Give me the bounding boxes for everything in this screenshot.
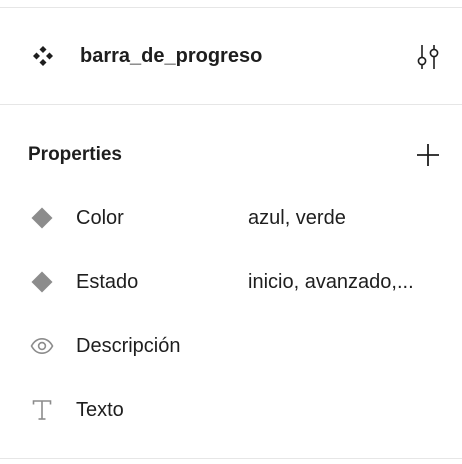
property-row-estado[interactable]: Estado inicio, avanzado,... [0,260,462,304]
text-icon [30,398,54,422]
variant-diamond-icon [30,206,54,230]
property-value: inicio, avanzado,... [248,271,414,293]
property-name: Color [76,207,124,229]
component-icon [31,44,55,68]
adjust-icon[interactable] [413,42,443,72]
eye-icon [30,334,54,358]
variant-diamond-icon [30,270,54,294]
property-name: Texto [76,399,124,421]
header-divider [0,104,462,105]
property-row-color[interactable]: Color azul, verde [0,196,462,240]
property-name: Descripción [76,335,181,357]
property-value: azul, verde [248,207,346,229]
plus-icon[interactable] [414,141,442,169]
component-name: barra_de_progreso [80,45,263,67]
component-header: barra_de_progreso [0,8,462,104]
property-name: Estado [76,271,139,293]
properties-title: Properties [28,144,122,165]
property-row-texto[interactable]: Texto [0,388,462,432]
property-row-descripcion[interactable]: Descripción [0,324,462,368]
bottom-divider [0,458,462,459]
